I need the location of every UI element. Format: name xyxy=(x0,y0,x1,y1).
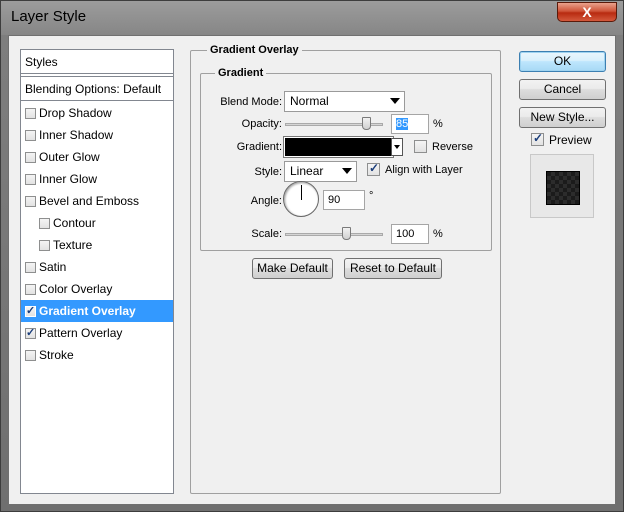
preview-checkbox[interactable] xyxy=(531,131,544,146)
layer-style-dialog: Layer Style X Styles Blending Options: D… xyxy=(0,0,624,512)
make-default-button[interactable]: Make Default xyxy=(252,258,333,279)
pattern-overlay-checkbox[interactable] xyxy=(25,326,36,339)
scale-unit: % xyxy=(433,228,443,240)
title-bar[interactable]: Layer Style X xyxy=(1,1,623,35)
style-item-texture[interactable]: Texture xyxy=(21,234,173,256)
preview-label: Preview xyxy=(549,133,592,147)
gradient-group-title: Gradient xyxy=(215,67,267,79)
outer-glow-checkbox[interactable] xyxy=(25,152,36,163)
gradient-picker-dropdown[interactable] xyxy=(391,138,403,156)
align-with-layer-checkbox[interactable] xyxy=(367,161,380,176)
angle-input[interactable]: 90 xyxy=(323,190,365,210)
gradient-overlay-panel: Gradient Overlay Gradient Blend Mode: No… xyxy=(190,44,501,494)
texture-checkbox[interactable] xyxy=(39,240,50,251)
chevron-down-icon xyxy=(390,98,400,104)
scale-slider-track[interactable] xyxy=(285,233,383,236)
scale-label: Scale: xyxy=(251,228,282,240)
style-item-contour[interactable]: Contour xyxy=(21,212,173,234)
opacity-unit: % xyxy=(433,118,443,130)
styles-header[interactable]: Styles xyxy=(21,50,173,74)
style-label: Style: xyxy=(254,166,282,178)
gradient-swatch[interactable] xyxy=(285,138,392,156)
angle-label: Angle: xyxy=(250,195,282,207)
chevron-down-icon xyxy=(342,168,352,174)
angle-unit: ° xyxy=(369,190,374,202)
panel-title: Gradient Overlay xyxy=(207,44,302,56)
scale-input[interactable]: 100 xyxy=(391,224,429,244)
style-item-inner-glow[interactable]: Inner Glow xyxy=(21,168,173,190)
close-button[interactable]: X xyxy=(557,2,617,22)
ok-button[interactable]: OK xyxy=(519,51,606,72)
reverse-checkbox[interactable] xyxy=(414,140,427,153)
dialog-body: Styles Blending Options: Default Drop Sh… xyxy=(8,35,616,505)
blending-options-default[interactable]: Blending Options: Default xyxy=(21,76,173,101)
satin-checkbox[interactable] xyxy=(25,262,36,273)
styles-list: Styles Blending Options: Default Drop Sh… xyxy=(20,49,174,494)
opacity-label: Opacity: xyxy=(241,118,282,130)
style-item-gradient-overlay[interactable]: Gradient Overlay xyxy=(21,300,173,322)
style-item-drop-shadow[interactable]: Drop Shadow xyxy=(21,102,173,124)
reverse-label: Reverse xyxy=(432,141,473,153)
scale-slider-thumb[interactable] xyxy=(342,227,351,240)
reset-to-default-button[interactable]: Reset to Default xyxy=(344,258,442,279)
opacity-input[interactable]: 85 xyxy=(391,114,429,134)
stroke-checkbox[interactable] xyxy=(25,350,36,361)
new-style-button[interactable]: New Style... xyxy=(519,107,606,128)
gradient-overlay-checkbox[interactable] xyxy=(25,304,36,317)
style-item-pattern-overlay[interactable]: Pattern Overlay xyxy=(21,322,173,344)
style-item-color-overlay[interactable]: Color Overlay xyxy=(21,278,173,300)
style-item-stroke[interactable]: Stroke xyxy=(21,344,173,366)
style-item-outer-glow[interactable]: Outer Glow xyxy=(21,146,173,168)
window-title: Layer Style xyxy=(11,8,87,25)
style-item-satin[interactable]: Satin xyxy=(21,256,173,278)
gradient-label: Gradient: xyxy=(236,141,282,153)
color-overlay-checkbox[interactable] xyxy=(25,284,36,295)
opacity-slider-thumb[interactable] xyxy=(362,117,371,130)
drop-shadow-checkbox[interactable] xyxy=(25,108,36,119)
bevel-emboss-checkbox[interactable] xyxy=(25,196,36,207)
style-preview xyxy=(530,154,594,218)
style-item-bevel-emboss[interactable]: Bevel and Emboss xyxy=(21,190,173,212)
style-item-inner-shadow[interactable]: Inner Shadow xyxy=(21,124,173,146)
angle-dial[interactable] xyxy=(283,181,319,217)
gradient-group: Gradient Blend Mode: Normal Opacity: 85 … xyxy=(200,67,492,251)
blend-mode-select[interactable]: Normal xyxy=(284,91,405,112)
inner-glow-checkbox[interactable] xyxy=(25,174,36,185)
cancel-button[interactable]: Cancel xyxy=(519,79,606,100)
style-select[interactable]: Linear xyxy=(284,161,357,182)
preview-swatch xyxy=(546,171,580,205)
contour-checkbox[interactable] xyxy=(39,218,50,229)
blend-mode-label: Blend Mode: xyxy=(220,96,282,108)
inner-shadow-checkbox[interactable] xyxy=(25,130,36,141)
align-with-layer-label: Align with Layer xyxy=(385,164,463,176)
angle-dial-hand xyxy=(301,185,302,200)
